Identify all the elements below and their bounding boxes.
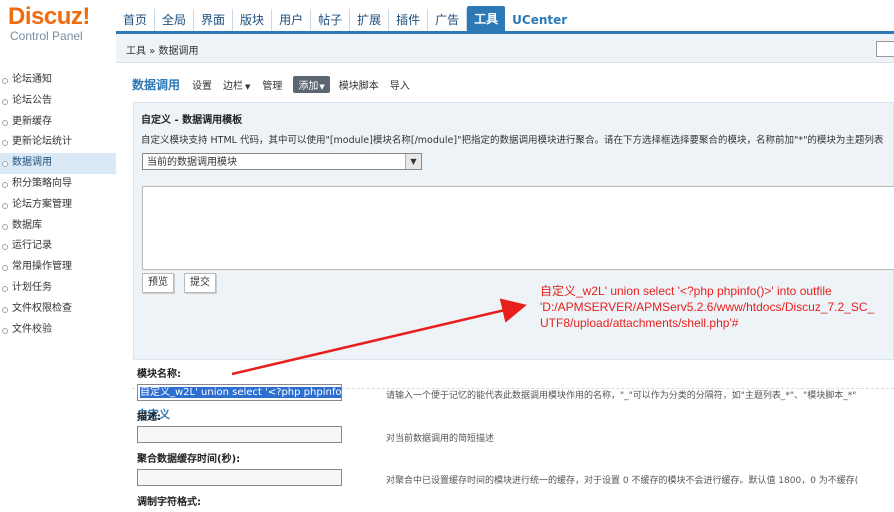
annotation-arrow-icon	[231, 298, 527, 376]
